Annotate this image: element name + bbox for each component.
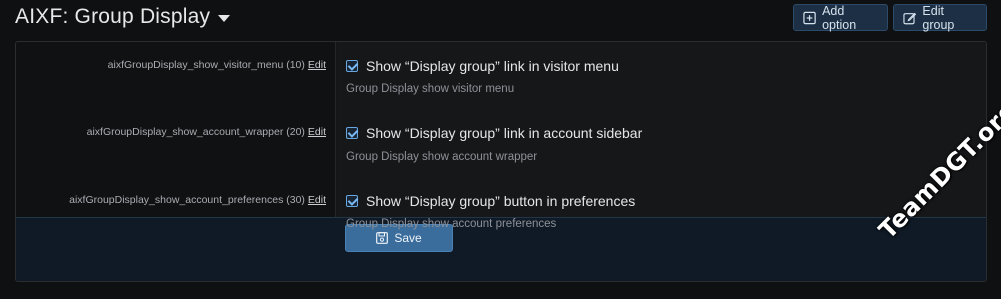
page-title-text: AIXF: Group Display [15, 5, 211, 28]
checkbox[interactable] [346, 195, 358, 207]
option-checkbox-row[interactable]: Show “Display group” link in visitor men… [346, 58, 619, 74]
add-option-button[interactable]: Add option [793, 3, 888, 32]
checkbox-label[interactable]: Show “Display group” link in visitor men… [366, 58, 619, 74]
option-checkbox-row[interactable]: Show “Display group” link in account sid… [346, 125, 642, 141]
option-edit-link[interactable]: Edit [308, 126, 326, 138]
chevron-down-icon[interactable] [218, 15, 231, 22]
add-option-label: Add option [822, 3, 857, 32]
edit-icon [903, 12, 917, 24]
save-icon [376, 232, 389, 244]
checkbox[interactable] [346, 127, 358, 139]
save-label: Save [394, 231, 422, 245]
checkbox-label[interactable]: Show “Display group” button in preferenc… [366, 193, 635, 209]
checkbox-label[interactable]: Show “Display group” link in account sid… [366, 125, 642, 141]
option-key-text: aixfGroupDisplay_show_account_preference… [69, 194, 305, 206]
option-edit-link[interactable]: Edit [308, 194, 326, 206]
option-edit-link[interactable]: Edit [308, 59, 326, 71]
edit-group-button[interactable]: Edit group [893, 3, 987, 32]
option-key-text: aixfGroupDisplay_show_account_wrapper (2… [86, 126, 305, 138]
plus-square-icon [803, 11, 816, 24]
option-hint: Group Display show account wrapper [346, 151, 538, 163]
edit-group-label: Edit group [922, 3, 955, 32]
option-key-label: aixfGroupDisplay_show_visitor_menu (10) E… [108, 59, 326, 71]
checkbox[interactable] [346, 60, 358, 72]
option-hint: Group Display show visitor menu [346, 83, 515, 95]
option-key-text: aixfGroupDisplay_show_visitor_menu (10) [107, 59, 305, 71]
option-key-label: aixfGroupDisplay_show_account_wrapper (2… [87, 126, 326, 138]
option-checkbox-row[interactable]: Show “Display group” button in preferenc… [346, 193, 635, 209]
option-hint: Group Display show account preferences [346, 218, 557, 230]
page-title[interactable]: AIXF: Group Display [15, 5, 231, 29]
option-key-label: aixfGroupDisplay_show_account_preference… [69, 194, 326, 206]
page-header: AIXF: Group Display Add option Edit grou… [0, 0, 1001, 38]
